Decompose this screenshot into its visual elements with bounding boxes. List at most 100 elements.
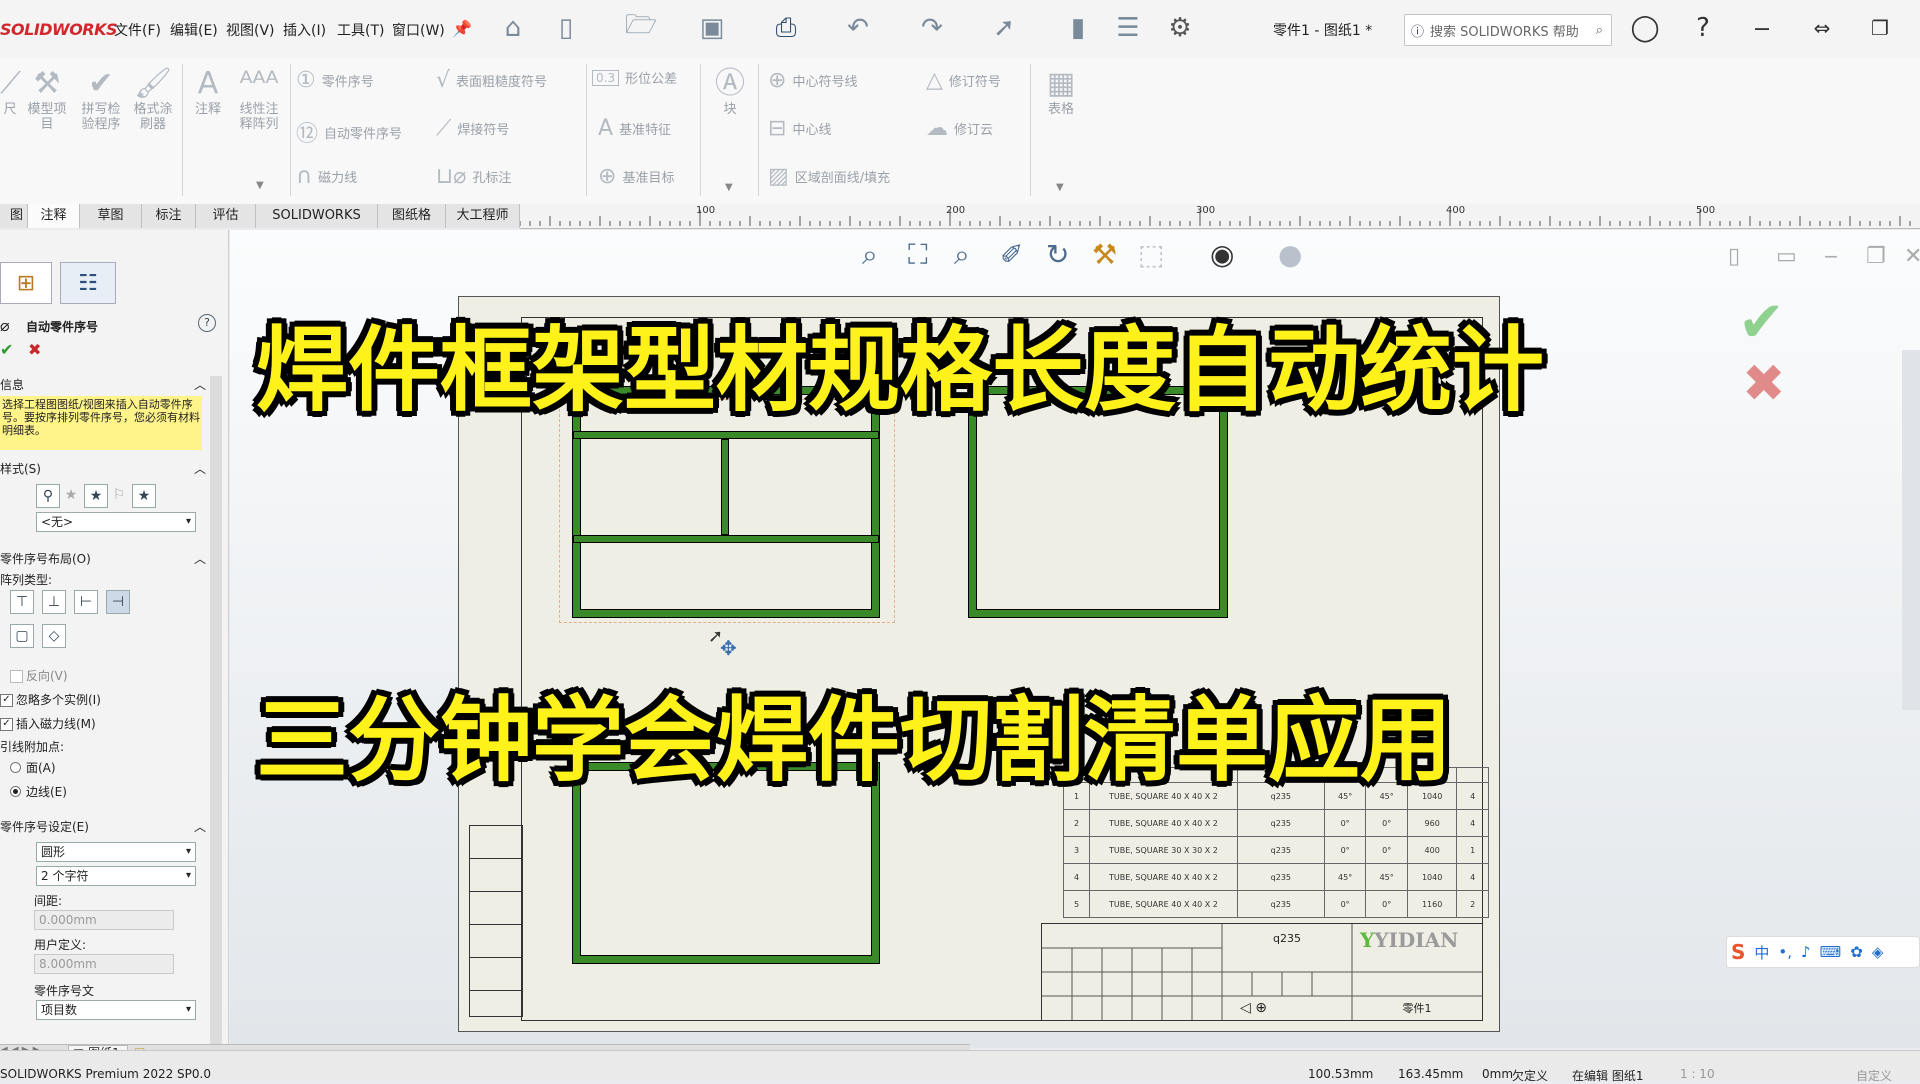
section-style[interactable]: 样式(S) ︿: [0, 460, 210, 480]
help-search-input[interactable]: ⓘ 搜索 SOLIDWORKS 帮助 ⌕: [1404, 14, 1612, 46]
ime-mic-icon[interactable]: ♪: [1801, 943, 1811, 961]
tab-markup[interactable]: 标注: [142, 204, 196, 228]
cmd-geometric-tolerance[interactable]: 0.3 形位公差: [592, 68, 677, 87]
cmd-hole-callout[interactable]: ⊔⌀ 孔标注: [436, 164, 511, 189]
doc-minimize-icon[interactable]: ‒: [1824, 244, 1838, 269]
rebuild-icon[interactable]: ▮: [1062, 12, 1094, 44]
cmd-spell-check[interactable]: ✔ 拼写检 验程序: [76, 66, 126, 132]
split-view-icon[interactable]: ▯: [1728, 244, 1740, 269]
collapse-chevron-icon[interactable]: ︿: [194, 818, 206, 835]
cmd-surface-finish[interactable]: √ 表面粗糙度符号: [436, 68, 547, 93]
cmd-centerline[interactable]: ⊟ 中心线: [768, 116, 831, 141]
dropdown-arrow-icon[interactable]: ▼: [725, 182, 733, 193]
layout-left-icon[interactable]: ⊢: [74, 590, 98, 614]
menu-edit[interactable]: 编辑(E): [170, 20, 218, 40]
section-settings[interactable]: 零件序号设定(E) ︿: [0, 818, 210, 838]
cmd-smart-dimension[interactable]: ⟋ 尺: [0, 66, 21, 117]
graphics-scrollbar[interactable]: [1902, 350, 1920, 710]
doc-restore-icon[interactable]: ❐: [1866, 244, 1886, 269]
weldment-member[interactable]: [573, 535, 879, 543]
user-defined-input[interactable]: 8.000mm: [34, 954, 174, 974]
cmd-block[interactable]: Ⓐ 块: [708, 66, 752, 117]
pin-icon[interactable]: 📌: [446, 12, 478, 44]
tab-evaluate[interactable]: 评估: [196, 204, 256, 228]
ime-skin-icon[interactable]: ✿: [1850, 943, 1863, 961]
cmd-magnetic-line[interactable]: ∩ 磁力线: [296, 164, 357, 189]
cmd-revision-symbol[interactable]: △ 修订符号: [926, 68, 1001, 93]
collapse-chevron-icon[interactable]: ︿: [194, 550, 206, 567]
balloon-shape-dropdown[interactable]: 圆形 ▾: [36, 842, 196, 862]
cmd-balloon[interactable]: ① 零件序号: [296, 68, 374, 93]
cmd-datum-feature[interactable]: A 基准特征: [598, 116, 671, 141]
tab-annotation[interactable]: 注释: [28, 204, 80, 228]
layout-circular-icon[interactable]: ◇: [42, 624, 66, 648]
weldment-member[interactable]: [721, 439, 729, 535]
pm-scrollbar[interactable]: [210, 376, 222, 1056]
open-folder-icon[interactable]: 🗁: [625, 10, 657, 44]
status-scale[interactable]: 1 : 10: [1680, 1067, 1715, 1081]
ignore-multiple-checkbox[interactable]: ✓: [0, 694, 13, 707]
section-layout[interactable]: 零件序号布局(O) ︿: [0, 550, 210, 570]
style-dropdown[interactable]: <无> ▾: [36, 512, 196, 532]
minimize-icon[interactable]: ‒: [1746, 12, 1778, 44]
collapse-chevron-icon[interactable]: ︿: [194, 460, 206, 477]
cmd-weld-symbol[interactable]: ⟋ 焊接符号: [436, 116, 509, 141]
menu-tools[interactable]: 工具(T): [337, 20, 384, 40]
face-radio[interactable]: [10, 762, 21, 773]
cmd-format-painter[interactable]: 🖌 格式涂 刷器: [128, 66, 178, 132]
rotate-icon[interactable]: ↻: [1046, 238, 1069, 271]
save-icon[interactable]: ▣: [696, 12, 728, 44]
options-gear-icon[interactable]: ⚙: [1164, 12, 1196, 44]
file-properties-icon[interactable]: ☰: [1112, 12, 1144, 44]
layout-right-icon[interactable]: ⊣: [106, 590, 130, 614]
cmd-auto-balloon[interactable]: ⑫ 自动零件序号: [296, 116, 402, 148]
dropdown-arrow-icon[interactable]: ▼: [256, 180, 264, 191]
tab-engineer[interactable]: 大工程师: [446, 204, 520, 228]
cmd-datum-target[interactable]: ⊕ 基准目标: [598, 164, 674, 189]
help-icon[interactable]: ?: [1687, 12, 1719, 44]
tile-view-icon[interactable]: ▭: [1776, 244, 1797, 269]
cmd-note[interactable]: A 注释: [186, 66, 230, 117]
doc-close-icon[interactable]: ✕: [1904, 244, 1920, 269]
menu-insert[interactable]: 插入(I): [283, 20, 326, 40]
section-info[interactable]: 信息 ︿: [0, 376, 210, 396]
home-icon[interactable]: ⌂: [497, 12, 529, 44]
add-favorite-icon[interactable]: ★: [84, 484, 108, 508]
appearance-icon[interactable]: ●: [1278, 238, 1302, 271]
menu-file[interactable]: 文件(F): [114, 20, 161, 40]
cmd-revision-cloud[interactable]: ☁ 修订云: [926, 116, 993, 141]
layout-top-icon[interactable]: ⊤: [10, 590, 34, 614]
insert-magnetic-checkbox[interactable]: ✓: [0, 718, 13, 731]
new-document-icon[interactable]: ▯: [550, 12, 582, 44]
load-favorite-icon[interactable]: ★: [132, 484, 156, 508]
status-custom[interactable]: 自定义: [1856, 1067, 1892, 1084]
collapse-chevron-icon[interactable]: ︿: [194, 376, 206, 393]
zoom-to-area-icon[interactable]: ⛶: [908, 238, 928, 272]
confirm-cancel-icon[interactable]: ✖: [1742, 354, 1786, 414]
hide-show-icon[interactable]: ◉: [1210, 238, 1234, 271]
search-icon[interactable]: ⌕: [1596, 23, 1603, 38]
menu-window[interactable]: 窗口(W): [392, 20, 445, 40]
redo-icon[interactable]: ↷: [916, 12, 948, 44]
tab-sketch[interactable]: 草图: [80, 204, 142, 228]
property-manager-tab-icon[interactable]: ☷: [60, 262, 116, 304]
ime-punct-icon[interactable]: •,: [1778, 943, 1792, 961]
tab-layout[interactable]: 图: [0, 204, 28, 228]
table-row[interactable]: 4 TUBE, SQUARE 40 X 40 X 2 q235 45° 45° 1040 4: [1063, 863, 1489, 891]
cmd-area-hatch[interactable]: ▨ 区域剖面线/填充: [768, 164, 890, 189]
user-account-icon[interactable]: ◯: [1629, 12, 1661, 44]
zoom-to-fit-icon[interactable]: ⌕: [862, 238, 878, 272]
zoom-in-out-icon[interactable]: ⌕: [954, 238, 970, 272]
feature-manager-tab-icon[interactable]: ⊞: [0, 262, 52, 304]
ime-toolbar[interactable]: S 中 •, ♪ ⌨ ✿ ◈: [1726, 936, 1920, 968]
balloon-style-icon[interactable]: ⚲: [36, 484, 60, 508]
layout-square-icon[interactable]: ▢: [10, 624, 34, 648]
save-favorite-icon[interactable]: ⚐: [108, 484, 130, 506]
dropdown-arrow-icon[interactable]: ▼: [1056, 182, 1064, 193]
table-row[interactable]: 2 TUBE, SQUARE 40 X 40 X 2 q235 0° 0° 960 4: [1063, 809, 1489, 837]
menu-view[interactable]: 视图(V): [226, 20, 275, 40]
restore-icon[interactable]: ⇔: [1806, 12, 1838, 44]
cancel-x-icon[interactable]: ✖: [28, 340, 41, 359]
spacing-input[interactable]: 0.000mm: [34, 910, 174, 930]
ime-keyboard-icon[interactable]: ⌨: [1820, 943, 1842, 961]
